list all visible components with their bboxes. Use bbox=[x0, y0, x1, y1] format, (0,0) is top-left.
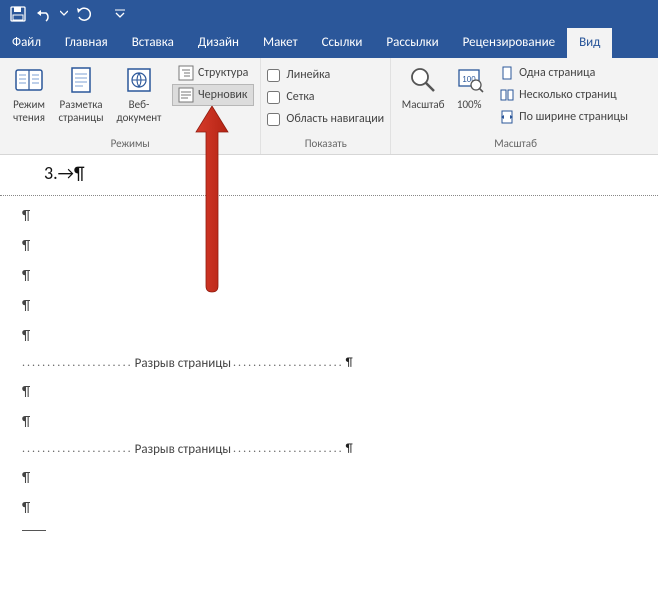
web-layout-label: Веб- документ bbox=[117, 98, 162, 124]
page-break-label: Разрыв страницы bbox=[133, 356, 233, 371]
gridlines-checkbox[interactable]: Сетка bbox=[267, 86, 384, 108]
read-mode-icon bbox=[13, 64, 45, 96]
tab-design[interactable]: Дизайн bbox=[186, 28, 251, 58]
web-layout-icon bbox=[123, 64, 155, 96]
outline-view-label: Структура bbox=[198, 66, 248, 80]
navpane-checkbox-input[interactable] bbox=[267, 113, 280, 126]
page-separator bbox=[0, 195, 658, 196]
one-page-button[interactable]: Одна страница bbox=[493, 62, 634, 84]
doc-paragraph[interactable]: ¶ bbox=[0, 462, 658, 492]
save-button[interactable] bbox=[6, 2, 30, 26]
undo-icon bbox=[35, 6, 53, 22]
tab-references[interactable]: Ссылки bbox=[310, 28, 375, 58]
tab-layout[interactable]: Макет bbox=[251, 28, 310, 58]
page-break-marker[interactable]: ...................... Разрыв страницы .… bbox=[0, 436, 658, 462]
outline-view-button[interactable]: Структура bbox=[172, 62, 254, 84]
page-break-dots-left: ...................... bbox=[22, 442, 133, 456]
zoom-label: Масштаб bbox=[402, 98, 445, 111]
group-show: Линейка Сетка Область навигации Показать bbox=[261, 58, 391, 154]
redo-button[interactable] bbox=[72, 2, 96, 26]
tab-insert[interactable]: Вставка bbox=[120, 28, 186, 58]
tab-mailings[interactable]: Рассылки bbox=[374, 28, 450, 58]
draft-view-label: Черновик bbox=[198, 88, 248, 102]
ribbon: Режим чтения Разметка страницы Веб- доку… bbox=[0, 58, 658, 155]
doc-paragraph[interactable]: ¶ bbox=[0, 406, 658, 436]
doc-paragraph[interactable]: ¶ bbox=[0, 230, 658, 260]
group-views-label: Режимы bbox=[6, 135, 254, 154]
zoom-icon bbox=[407, 64, 439, 96]
group-show-label: Показать bbox=[267, 135, 384, 154]
page-break-dots-left: ...................... bbox=[22, 356, 133, 370]
print-layout-icon bbox=[65, 64, 97, 96]
doc-paragraph[interactable]: ¶ bbox=[0, 492, 658, 522]
redo-icon bbox=[76, 6, 92, 22]
undo-button[interactable] bbox=[32, 2, 56, 26]
doc-paragraph[interactable]: ¶ bbox=[0, 320, 658, 350]
zoom-100-label: 100% bbox=[457, 98, 482, 111]
tab-review[interactable]: Рецензирование bbox=[451, 28, 567, 58]
ruler-checkbox-input[interactable] bbox=[267, 69, 280, 82]
document-area[interactable]: 3.→¶ ¶ ¶ ¶ ¶ ¶ ...................... Ра… bbox=[0, 155, 658, 531]
ruler-checkbox[interactable]: Линейка bbox=[267, 64, 384, 86]
page-width-icon bbox=[499, 109, 515, 125]
read-mode-label: Режим чтения bbox=[13, 98, 45, 124]
page-break-dots-right: ...................... bbox=[233, 356, 344, 370]
save-icon bbox=[10, 6, 26, 22]
doc-paragraph[interactable]: ¶ bbox=[0, 376, 658, 406]
page-break-label: Разрыв страницы bbox=[133, 442, 233, 457]
gridlines-checkbox-input[interactable] bbox=[267, 91, 280, 104]
multi-page-icon bbox=[499, 87, 515, 103]
web-layout-button[interactable]: Веб- документ bbox=[110, 62, 168, 124]
chevron-down-icon bbox=[60, 10, 68, 18]
outline-icon bbox=[178, 65, 194, 81]
read-mode-button[interactable]: Режим чтения bbox=[6, 62, 52, 124]
zoom-button[interactable]: Масштаб bbox=[397, 62, 449, 111]
one-page-label: Одна страница bbox=[519, 66, 595, 80]
doc-line-heading[interactable]: 3.→¶ bbox=[0, 155, 658, 191]
print-layout-label: Разметка страницы bbox=[58, 98, 103, 124]
customize-qat-button[interactable] bbox=[108, 2, 132, 26]
page-break-marker[interactable]: ...................... Разрыв страницы .… bbox=[0, 350, 658, 376]
group-zoom: Масштаб 100 100% Одна страница Несколько… bbox=[391, 58, 640, 154]
page-width-label: По ширине страницы bbox=[519, 110, 628, 124]
tab-file[interactable]: Файл bbox=[0, 28, 53, 58]
ruler-checkbox-label: Линейка bbox=[286, 68, 330, 82]
group-views: Режим чтения Разметка страницы Веб- доку… bbox=[0, 58, 261, 154]
doc-hr bbox=[22, 530, 46, 531]
one-page-icon bbox=[499, 65, 515, 81]
navpane-checkbox-label: Область навигации bbox=[286, 112, 384, 126]
zoom-100-icon: 100 bbox=[453, 64, 485, 96]
draft-icon bbox=[178, 87, 194, 103]
gridlines-checkbox-label: Сетка bbox=[286, 90, 314, 104]
multi-page-button[interactable]: Несколько страниц bbox=[493, 84, 634, 106]
page-break-pilcrow: ¶ bbox=[346, 442, 353, 456]
doc-paragraph[interactable]: ¶ bbox=[0, 200, 658, 230]
page-break-pilcrow: ¶ bbox=[346, 356, 353, 370]
doc-paragraph[interactable]: ¶ bbox=[0, 260, 658, 290]
tab-view[interactable]: Вид bbox=[567, 28, 612, 58]
chevron-down-icon bbox=[115, 9, 125, 19]
doc-paragraph[interactable]: ¶ bbox=[0, 290, 658, 320]
draft-view-button[interactable]: Черновик bbox=[172, 84, 254, 106]
group-zoom-label: Масштаб bbox=[397, 135, 634, 154]
multi-page-label: Несколько страниц bbox=[519, 88, 616, 102]
zoom-100-button[interactable]: 100 100% bbox=[449, 62, 489, 111]
print-layout-button[interactable]: Разметка страницы bbox=[52, 62, 110, 124]
ribbon-tabs: Файл Главная Вставка Дизайн Макет Ссылки… bbox=[0, 28, 658, 58]
page-width-button[interactable]: По ширине страницы bbox=[493, 106, 634, 128]
tab-home[interactable]: Главная bbox=[53, 28, 120, 58]
undo-more-button[interactable] bbox=[58, 2, 70, 26]
navpane-checkbox[interactable]: Область навигации bbox=[267, 108, 384, 130]
page-break-dots-right: ...................... bbox=[233, 442, 344, 456]
quick-access-toolbar bbox=[0, 0, 658, 28]
